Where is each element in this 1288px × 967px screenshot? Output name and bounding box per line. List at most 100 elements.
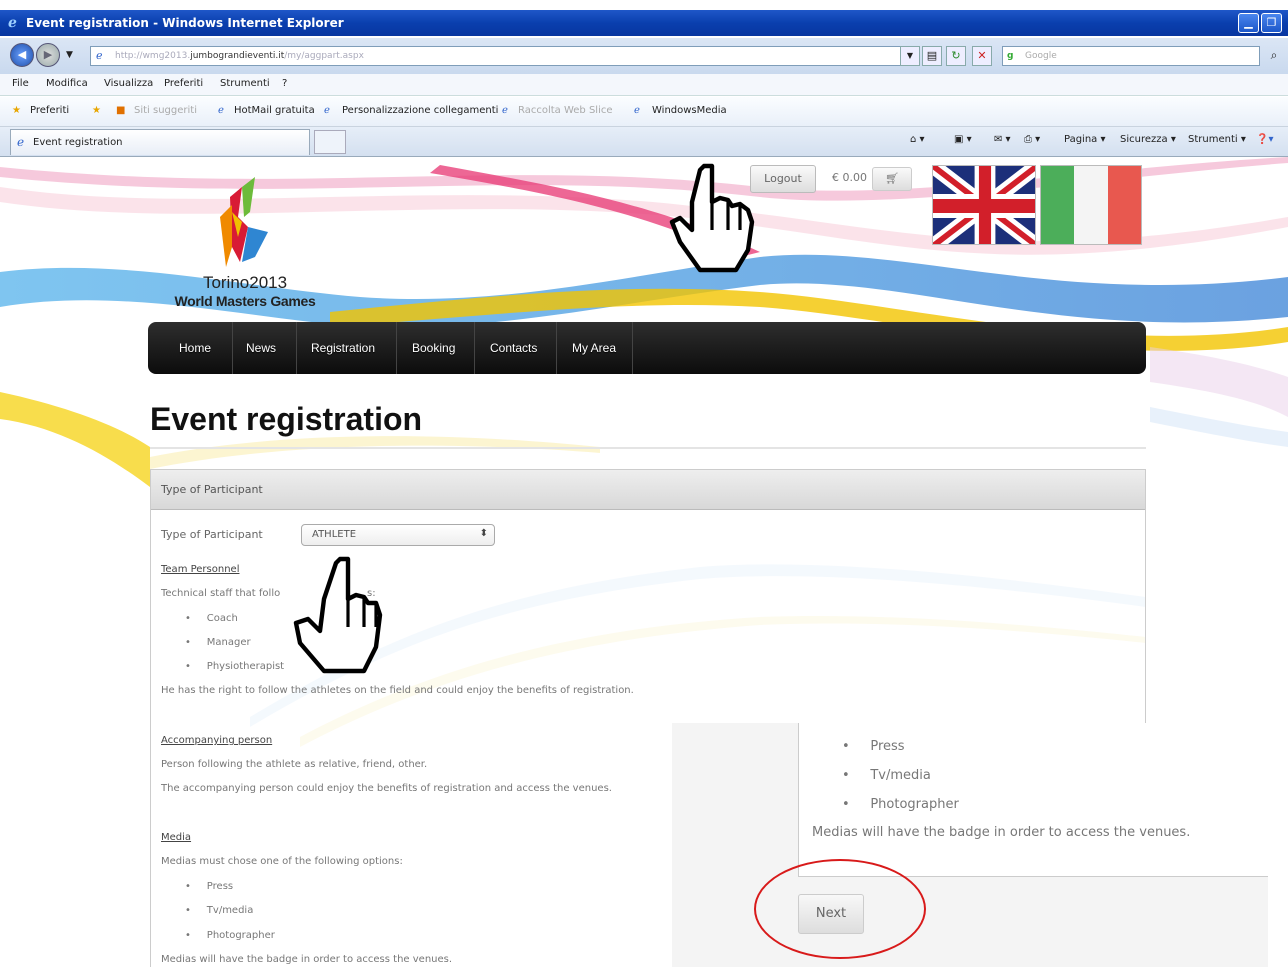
- zoom-media-press: • Press: [842, 739, 905, 754]
- search-placeholder: Google: [1025, 51, 1057, 61]
- search-icon[interactable]: ⌕: [1264, 46, 1284, 66]
- role-physiotherapist: • Physiotherapist: [185, 661, 285, 672]
- hotmail-icon: ℯ: [218, 105, 224, 116]
- minimize-button[interactable]: ▁: [1238, 13, 1259, 33]
- nav-registration[interactable]: Registration: [311, 322, 375, 374]
- window-title: Event registration - Windows Internet Ex…: [26, 16, 344, 30]
- nav-news[interactable]: News: [246, 322, 276, 374]
- favorites-star-icon: ★: [12, 105, 21, 116]
- fav-item-webslice[interactable]: Raccolta Web Slice: [518, 105, 613, 116]
- webslice-icon: ℯ: [502, 105, 508, 116]
- nav-my-area[interactable]: My Area: [572, 322, 616, 374]
- accompanying-text-1: Person following the athlete as relative…: [161, 759, 428, 770]
- wmg-logo-mark: [220, 177, 268, 267]
- menu-modifica[interactable]: Modifica: [46, 78, 88, 89]
- ie-logo-icon: ℯ: [8, 15, 17, 31]
- cart-total: € 0.00: [832, 171, 867, 184]
- add-favorite-icon[interactable]: ★: [92, 105, 101, 116]
- zoom-media-note: Medias will have the badge in order to a…: [812, 825, 1191, 840]
- nav-contacts[interactable]: Contacts: [490, 322, 537, 374]
- nav-divider: [232, 322, 233, 374]
- cart-icon[interactable]: 🛒︎: [872, 167, 912, 191]
- nav-divider: [474, 322, 475, 374]
- feeds-icon[interactable]: ▣ ▾: [954, 134, 972, 145]
- mail-icon[interactable]: ✉ ▾: [994, 134, 1011, 145]
- help-icon[interactable]: ❓▾: [1256, 134, 1273, 145]
- compatibility-view-icon[interactable]: ▤: [922, 46, 942, 66]
- favorites-bar: ★ Preferiti ★ ■ Siti suggeriti ℯ HotMail…: [0, 97, 1288, 127]
- forward-button[interactable]: ▶: [36, 43, 60, 67]
- select-value: ATHLETE: [312, 529, 357, 540]
- links-icon: ℯ: [324, 105, 330, 116]
- nav-divider: [632, 322, 633, 374]
- menu-bar: File Modifica Visualizza Preferiti Strum…: [0, 74, 1288, 96]
- media-intro: Medias must chose one of the following o…: [161, 856, 403, 867]
- team-personnel-heading: Team Personnel: [161, 564, 240, 575]
- favorites-button[interactable]: Preferiti: [30, 105, 69, 116]
- windowsmedia-icon: ℯ: [634, 105, 640, 116]
- fav-item-suggested[interactable]: Siti suggeriti: [134, 105, 197, 116]
- nav-booking[interactable]: Booking: [412, 322, 455, 374]
- role-manager: • Manager: [185, 637, 251, 648]
- address-toolbar: ◀ ▶ ▼ ℯ http://wmg2013.jumbograndieventi…: [0, 38, 1288, 74]
- page-icon: ℯ: [96, 49, 103, 62]
- menu-file[interactable]: File: [12, 78, 29, 89]
- address-input[interactable]: ℯ http://wmg2013.jumbograndieventi.it/my…: [90, 46, 920, 66]
- tab-event-registration[interactable]: ℯ Event registration: [10, 129, 310, 155]
- url-prefix: http://wmg2013.: [115, 51, 191, 61]
- team-intro-start: Technical staff that follo: [161, 588, 281, 599]
- hand-cursor-icon: [669, 163, 755, 273]
- highlight-circle: [754, 859, 926, 959]
- torino2013-logo[interactable]: Torino2013 World Masters Games: [160, 177, 340, 309]
- url-path: /my/aggpart.aspx: [284, 51, 364, 61]
- stop-icon[interactable]: ✕: [972, 46, 992, 66]
- tab-row: ℯ Event registration ⌂ ▾ ▣ ▾ ✉ ▾ ⎙ ▾ Pag…: [0, 127, 1288, 157]
- security-menu[interactable]: Sicurezza ▾: [1120, 134, 1176, 145]
- title-divider: [150, 447, 1146, 449]
- tab-label: Event registration: [33, 137, 123, 148]
- fav-item-hotmail[interactable]: HotMail gratuita: [234, 105, 315, 116]
- role-coach: • Coach: [185, 613, 238, 624]
- menu-strumenti[interactable]: Strumenti: [220, 78, 270, 89]
- select-arrows-icon: ⬍: [479, 528, 488, 539]
- search-input[interactable]: g Google: [1002, 46, 1260, 66]
- new-tab-button[interactable]: [314, 130, 346, 154]
- menu-help[interactable]: ?: [282, 78, 287, 89]
- main-navigation: Home News Registration Booking Contacts …: [148, 322, 1146, 374]
- home-icon[interactable]: ⌂ ▾: [910, 134, 925, 145]
- web-page: Torino2013 World Masters Games N Logout …: [0, 157, 1288, 967]
- maximize-button[interactable]: ❐: [1261, 13, 1282, 33]
- media-option-photographer: • Photographer: [185, 930, 275, 941]
- tools-menu[interactable]: Strumenti ▾: [1188, 134, 1246, 145]
- type-label: Type of Participant: [161, 528, 263, 541]
- address-dropdown-icon[interactable]: ▼: [900, 46, 920, 66]
- nav-divider: [556, 322, 557, 374]
- panel-header: Type of Participant: [151, 470, 1145, 510]
- recent-pages-dropdown-icon[interactable]: ▼: [66, 50, 73, 60]
- fav-item-links[interactable]: Personalizzazione collegamenti: [342, 105, 498, 116]
- menu-preferiti[interactable]: Preferiti: [164, 78, 203, 89]
- page-title: Event registration: [150, 401, 423, 437]
- suggested-sites-icon: ■: [116, 105, 126, 116]
- google-icon: g: [1007, 51, 1014, 61]
- url-domain: jumbograndieventi.it: [190, 51, 285, 61]
- tab-page-icon: ℯ: [17, 135, 25, 149]
- media-heading: Media: [161, 832, 192, 843]
- window-titlebar: ℯ Event registration - Windows Internet …: [0, 10, 1288, 36]
- zoom-media-tv: • Tv/media: [842, 768, 931, 783]
- nav-divider: [396, 322, 397, 374]
- nav-home[interactable]: Home: [179, 322, 211, 374]
- media-option-tv: • Tv/media: [185, 905, 254, 916]
- back-button[interactable]: ◀: [10, 43, 34, 67]
- english-flag-icon[interactable]: [932, 165, 1036, 245]
- refresh-icon[interactable]: ↻: [946, 46, 966, 66]
- menu-visualizza[interactable]: Visualizza: [104, 78, 153, 89]
- print-icon[interactable]: ⎙ ▾: [1024, 134, 1040, 145]
- participant-type-select[interactable]: ATHLETE ⬍: [301, 524, 495, 546]
- hand-cursor-icon: [293, 556, 383, 674]
- fav-item-windowsmedia[interactable]: WindowsMedia: [652, 105, 727, 116]
- page-menu[interactable]: Pagina ▾: [1064, 134, 1106, 145]
- team-note: He has the right to follow the athletes …: [161, 685, 634, 696]
- italian-flag-icon[interactable]: [1040, 165, 1142, 245]
- accompanying-heading: Accompanying person: [161, 735, 273, 746]
